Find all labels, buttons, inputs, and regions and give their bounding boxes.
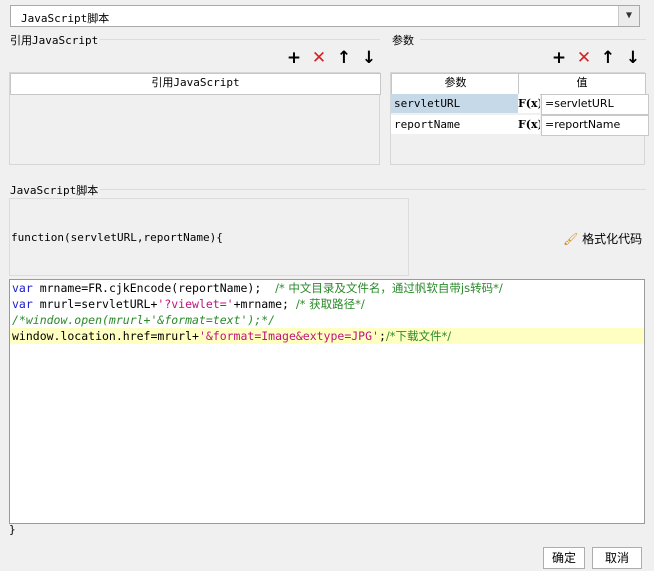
params-panel: 参数 值 servletURL F(x) =servletURL reportN… [390, 72, 649, 165]
script-type-select[interactable]: JavaScript脚本 ▼ [10, 5, 640, 27]
signature-panel: function(servletURL,reportName){ [9, 198, 409, 276]
params-section-title: 参数 [392, 34, 414, 47]
value-column-header: 值 [518, 73, 646, 95]
script-type-value: JavaScript脚本 [21, 12, 110, 25]
brush-icon: 🖌 [563, 232, 579, 246]
closing-brace: } [9, 523, 16, 536]
format-code-label: 格式化代码 [582, 232, 643, 246]
code-line: var mrname=FR.cjkEncode(reportName); /* … [12, 281, 503, 295]
delete-icon[interactable]: ✕ [573, 48, 595, 68]
param-name-cell[interactable]: servletURL [391, 94, 520, 113]
code-editor[interactable]: var mrname=FR.cjkEncode(reportName); /* … [9, 279, 645, 524]
code-line: var mrurl=servletURL+'?viewlet='+mrname;… [12, 297, 365, 311]
param-name-cell[interactable]: reportName [391, 115, 520, 134]
delete-icon[interactable]: ✕ [308, 48, 330, 68]
divider [420, 39, 646, 40]
move-down-icon[interactable]: ↓ [622, 48, 644, 68]
cancel-button[interactable]: 取消 [592, 547, 642, 569]
move-up-icon[interactable]: ↑ [597, 48, 619, 68]
ok-button[interactable]: 确定 [543, 547, 585, 569]
param-value-cell[interactable]: =reportName [541, 115, 649, 136]
formula-icon[interactable]: F(x) [518, 94, 540, 113]
ref-js-section-title: 引用JavaScript [10, 34, 99, 47]
divider [100, 39, 380, 40]
script-section-title: JavaScript脚本 [10, 184, 99, 197]
add-icon[interactable]: + [548, 48, 570, 68]
add-icon[interactable]: + [283, 48, 305, 68]
chevron-down-icon[interactable]: ▼ [618, 6, 639, 26]
function-signature: function(servletURL,reportName){ [11, 231, 223, 244]
divider [100, 189, 646, 190]
code-line: /*window.open(mrurl+'&format=text');*/ [12, 313, 276, 327]
param-column-header: 参数 [391, 73, 520, 95]
ref-js-column-header: 引用JavaScript [10, 73, 381, 95]
ref-js-panel: 引用JavaScript [9, 72, 381, 165]
code-line-current: window.location.href=mrurl+'&format=Imag… [10, 328, 644, 344]
move-up-icon[interactable]: ↑ [333, 48, 355, 68]
param-value-cell[interactable]: =servletURL [541, 94, 649, 115]
formula-icon[interactable]: F(x) [518, 115, 540, 134]
move-down-icon[interactable]: ↓ [358, 48, 380, 68]
format-code-button[interactable]: 🖌 格式化代码 [563, 230, 642, 247]
